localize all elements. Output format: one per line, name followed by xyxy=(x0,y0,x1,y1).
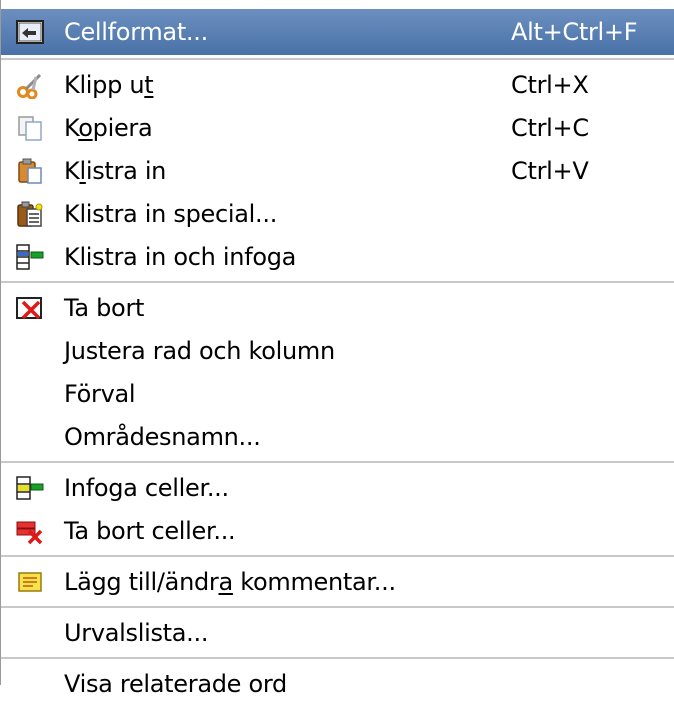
comment-icon xyxy=(15,567,45,597)
menu-item-klistra-in-special[interactable]: Klistra in special... xyxy=(1,192,674,235)
copy-icon xyxy=(15,113,45,143)
menu-separator xyxy=(1,657,674,659)
delete-cells-icon xyxy=(15,516,45,546)
menu-item-ta-bort-celler[interactable]: Ta bort celler... xyxy=(1,509,674,552)
menu-item-urvalslista[interactable]: Urvalslista... xyxy=(1,611,674,654)
menu-separator xyxy=(1,461,674,463)
menu-item-label: Lägg till/ändra kommentar... xyxy=(64,567,396,596)
insert-cells-icon xyxy=(15,473,45,503)
menu-item-label: Urvalslista... xyxy=(64,618,209,647)
menu-item-shortcut: Ctrl+V xyxy=(511,156,589,185)
menu-item-klistra-in-och-infoga[interactable]: Klistra in och infoga xyxy=(1,235,674,278)
menu-item-label: Justera rad och kolumn xyxy=(64,336,335,365)
menu-item-label: Klistra in och infoga xyxy=(64,242,297,271)
menu-item-label: Ta bort xyxy=(64,293,145,322)
menu-item-label: Kopiera xyxy=(64,113,153,142)
menu-item-shortcut: Ctrl+C xyxy=(511,113,589,142)
menu-item-visa-relaterade-ord[interactable]: Visa relaterade ord xyxy=(1,662,674,705)
menu-item-label: Områdesnamn... xyxy=(64,422,261,451)
menu-item-label: Förval xyxy=(64,379,136,408)
menu-item-justera[interactable]: Justera rad och kolumn xyxy=(1,329,674,372)
menu-item-omradesnamn[interactable]: Områdesnamn... xyxy=(1,415,674,458)
menu-item-label: Ta bort celler... xyxy=(64,516,236,545)
paste-icon xyxy=(15,156,45,186)
scissors-icon xyxy=(15,70,45,100)
menu-item-label: Klistra in special... xyxy=(64,199,278,228)
menu-separator xyxy=(1,606,674,608)
menu-item-label: Infoga celler... xyxy=(64,473,229,502)
cell-format-icon xyxy=(15,17,45,47)
menu-item-label: Klipp ut xyxy=(64,70,154,99)
menu-item-forval[interactable]: Förval xyxy=(1,372,674,415)
delete-icon xyxy=(15,293,45,323)
menu-item-infoga-celler[interactable]: Infoga celler... xyxy=(1,466,674,509)
menu-separator xyxy=(1,58,674,60)
menu-item-label: Klistra in xyxy=(64,156,167,185)
menu-separator xyxy=(1,555,674,557)
menu-item-kopiera[interactable]: Kopiera Ctrl+C xyxy=(1,106,674,149)
menu-item-kommentar[interactable]: Lägg till/ändra kommentar... xyxy=(1,560,674,603)
menu-item-shortcut: Ctrl+X xyxy=(511,70,589,99)
menu-item-shortcut: Alt+Ctrl+F xyxy=(511,18,638,46)
menu-item-ta-bort[interactable]: Ta bort xyxy=(1,286,674,329)
menu-item-klipp-ut[interactable]: Klipp ut Ctrl+X xyxy=(1,63,674,106)
menu-item-label: Cellformat... xyxy=(64,18,208,46)
paste-special-icon xyxy=(15,199,45,229)
menu-item-cellformat[interactable]: Cellformat... Alt+Ctrl+F xyxy=(1,9,674,55)
menu-separator xyxy=(1,281,674,283)
paste-insert-icon xyxy=(15,242,45,272)
menu-item-klistra-in[interactable]: Klistra in Ctrl+V xyxy=(1,149,674,192)
menu-item-label: Visa relaterade ord xyxy=(64,669,287,698)
context-menu: Cellformat... Alt+Ctrl+F Klipp ut Ctrl+X… xyxy=(0,0,674,698)
